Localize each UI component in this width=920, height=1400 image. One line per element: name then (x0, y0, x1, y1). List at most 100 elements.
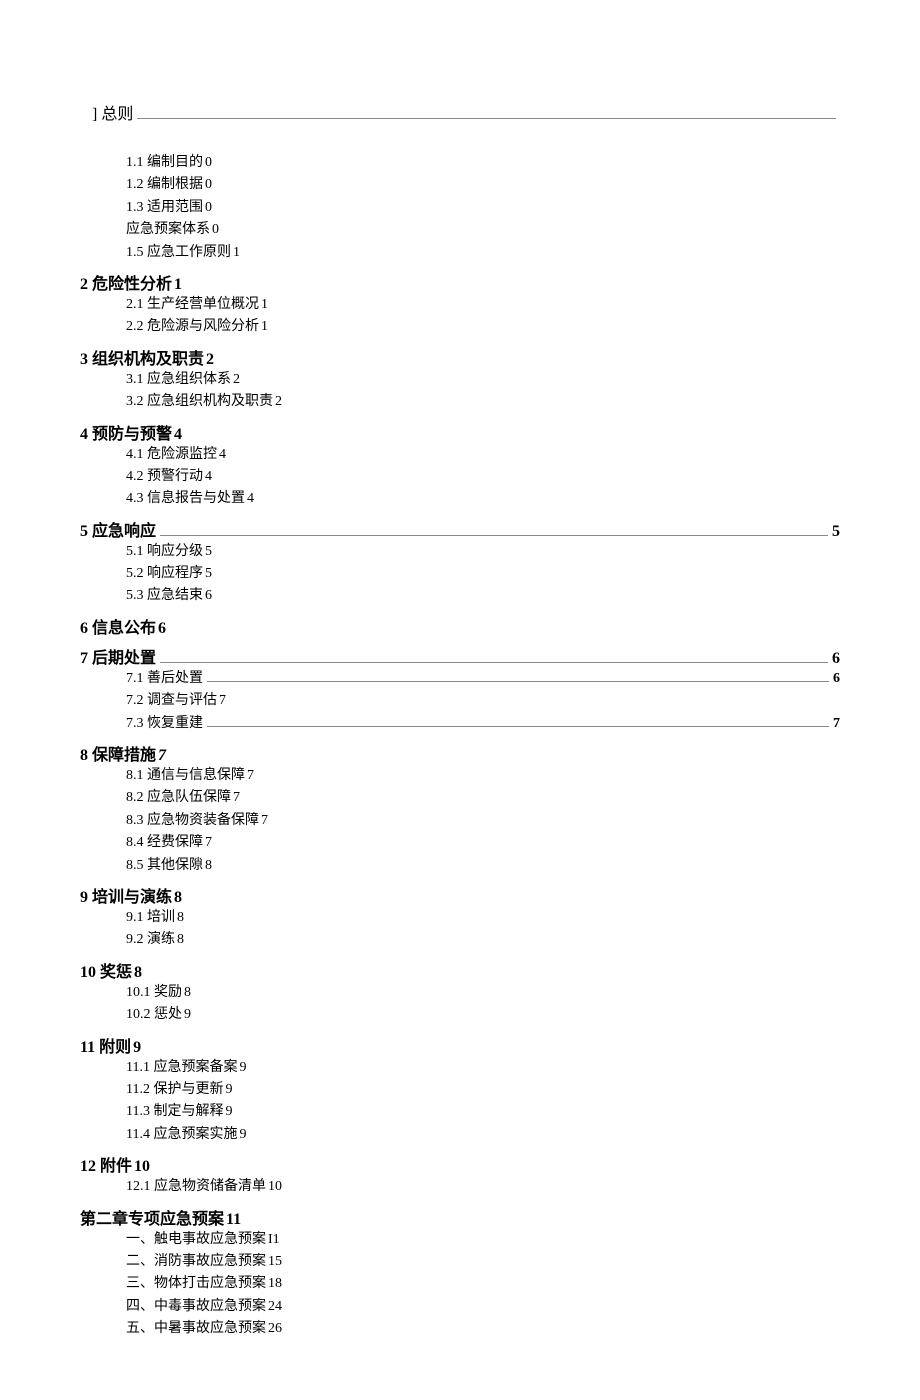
toc-entry-label: 应急预案体系 (126, 219, 210, 241)
toc-entry-label: 3.2 应急组织机构及职责 (126, 391, 273, 413)
toc-sub-entry: 11.1 应急预案备案 9 (126, 1057, 840, 1079)
toc-entry-page: 7 (261, 810, 268, 832)
toc-entry-page: 6 (832, 650, 840, 668)
toc-entry-page: 4 (247, 488, 254, 510)
toc-entry-label: 11.3 制定与解释 (126, 1101, 223, 1123)
toc-entry-label: 11.2 保护与更新 (126, 1079, 223, 1101)
toc-entry-label: 10.2 惩处 (126, 1004, 182, 1026)
toc-entry-label: 4.2 预警行动 (126, 466, 203, 488)
leader-line (160, 650, 828, 663)
toc-sub-entry: 7.3 恢复重建 7 (126, 713, 840, 735)
toc-entry-label: 10.1 奖励 (126, 982, 182, 1004)
toc-sub-entry: 2.2 危险源与风险分析 1 (126, 316, 840, 338)
toc-entry-label: 5.2 响应程序 (126, 563, 203, 585)
toc-entry-page: 1 (174, 276, 182, 294)
toc-section-heading: 5 应急响应 5 (80, 517, 840, 541)
toc-sub-entry: 4.2 预警行动 4 (126, 466, 840, 488)
toc-sub-entry: 4.3 信息报告与处置 4 (126, 488, 840, 510)
leader-line (137, 106, 836, 119)
toc-sub-entry: 一、触电事故应急预案 I1 (126, 1229, 840, 1251)
toc-entry-page: 5 (832, 523, 840, 541)
toc-entry-label: 8 保障措施 (80, 741, 156, 765)
toc-sub-entry: 二、消防事故应急预案 15 (126, 1251, 840, 1273)
toc-entry-label: 11.4 应急预案实施 (126, 1124, 237, 1146)
toc-entry-label: 1.1 编制目的 (126, 152, 203, 174)
toc-entry-page: 7 (205, 832, 212, 854)
toc-sub-entry: 应急预案体系 0 (126, 219, 840, 241)
toc-entry-page: 6 (205, 585, 212, 607)
toc-entry-label: 10 奖惩 (80, 958, 132, 982)
toc-sub-entry: 4.1 危险源监控 4 (126, 444, 840, 466)
toc-section-heading: 11 附则 9 (80, 1033, 840, 1057)
toc-entry-page: 0 (205, 152, 212, 174)
toc-entry-label: 1.3 适用范围 (126, 197, 203, 219)
toc-entry-label: 7.1 善后处置 (126, 668, 203, 690)
toc-entry-page: 8 (177, 907, 184, 929)
toc-entry-label: 8.5 其他保隙 (126, 855, 203, 877)
toc-entry-label: 8.3 应急物资装备保障 (126, 810, 259, 832)
toc-sub-entry: 7.2 调查与评估 7 (126, 690, 840, 712)
toc-sub-entry: 11.4 应急预案实施 9 (126, 1124, 840, 1146)
toc-sub-entry: 五、中暑事故应急预案 26 (126, 1318, 840, 1340)
toc-entry-page: 1 (261, 316, 268, 338)
toc-entry-page: 7 (219, 690, 226, 712)
toc-sub-entry: 11.3 制定与解释 9 (126, 1101, 840, 1123)
toc-entry-label: 3.1 应急组织体系 (126, 369, 231, 391)
toc-entry-page: 1 (261, 294, 268, 316)
toc-section-heading: 6 信息公布 6 (80, 614, 840, 638)
toc-entry-label: 9 培训与演练 (80, 883, 172, 907)
toc-entry-page: 7 (158, 747, 166, 765)
toc-entry-page: 9 (239, 1124, 246, 1146)
toc-entry-label: 6 信息公布 (80, 614, 156, 638)
toc-entry-label: 7.2 调查与评估 (126, 690, 217, 712)
toc-entry-label: 5 应急响应 (80, 517, 156, 541)
toc-entry-page: 9 (184, 1004, 191, 1026)
toc-entry-label: 2.1 生产经营单位概况 (126, 294, 259, 316)
toc-entry-page: 5 (205, 563, 212, 585)
toc-section-heading: 4 预防与预警 4 (80, 420, 840, 444)
toc-sub-entry: 5.1 响应分级 5 (126, 541, 840, 563)
toc-entry-page: 4 (174, 426, 182, 444)
toc-entry-page: 8 (184, 982, 191, 1004)
toc-entry-label: 8.4 经费保障 (126, 832, 203, 854)
toc-entry-page: 10 (268, 1176, 282, 1198)
toc-sub-entry: 12.1 应急物资储备清单 10 (126, 1176, 840, 1198)
toc-sub-entry: 3.2 应急组织机构及职责 2 (126, 391, 840, 413)
toc-sub-entry: 8.4 经费保障 7 (126, 832, 840, 854)
toc-entry-page: 18 (268, 1273, 282, 1295)
toc-entry-page: 9 (133, 1039, 141, 1057)
toc-entry-label: 7.3 恢复重建 (126, 713, 203, 735)
toc-entry-label: 12 附件 (80, 1152, 132, 1176)
toc-entry-label: 五、中暑事故应急预案 (126, 1318, 266, 1340)
toc-entry-label: 4.1 危险源监控 (126, 444, 217, 466)
toc-entry-label: 8.1 通信与信息保障 (126, 765, 245, 787)
toc-sub-entry: 1.2 编制根据 0 (126, 174, 840, 196)
toc-entry-page: 0 (205, 174, 212, 196)
toc-entry-label: 三、物体打击应急预案 (126, 1273, 266, 1295)
toc-entry-label: 2 危险性分析 (80, 270, 172, 294)
toc-entry-page: 9 (239, 1057, 246, 1079)
toc-entry-page: 2 (206, 351, 214, 369)
toc-entry-page: 7 (233, 787, 240, 809)
toc-entry-page: 10 (134, 1158, 150, 1176)
toc-entry-page: 8 (177, 929, 184, 951)
toc-entry-page: 26 (268, 1318, 282, 1340)
toc-sub-entry: 3.1 应急组织体系 2 (126, 369, 840, 391)
toc-entry-label: 二、消防事故应急预案 (126, 1251, 266, 1273)
toc-entry-page: 0 (205, 197, 212, 219)
toc-sub-entry: 11.2 保护与更新 9 (126, 1079, 840, 1101)
toc-section-heading: 3 组织机构及职责 2 (80, 345, 840, 369)
toc-entry-page: 9 (225, 1101, 232, 1123)
toc-entry-page: 2 (275, 391, 282, 413)
toc-entry-page: 1 (233, 242, 240, 264)
toc-sub-entry: 四、中毒事故应急预案 24 (126, 1296, 840, 1318)
toc-entry-page: 6 (833, 668, 840, 690)
toc-entry-page: 7 (833, 713, 840, 735)
toc-entry-label: 5.1 响应分级 (126, 541, 203, 563)
toc-entry-label: 9.1 培训 (126, 907, 175, 929)
toc-entry-page: 2 (233, 369, 240, 391)
toc-sub-entry: 7.1 善后处置 6 (126, 668, 840, 690)
toc-sub-entry: 8.3 应急物资装备保障 7 (126, 810, 840, 832)
toc-sub-entry: 1.3 适用范围 0 (126, 197, 840, 219)
toc-entry-page: 7 (247, 765, 254, 787)
